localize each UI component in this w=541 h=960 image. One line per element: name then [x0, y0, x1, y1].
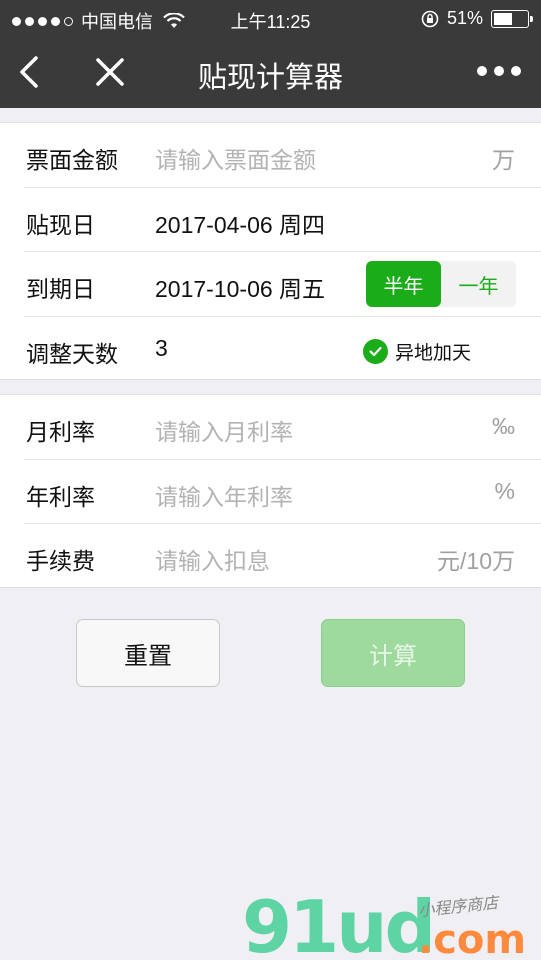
monthly-rate-unit: ‰ — [492, 413, 515, 439]
monthly-rate-row: 月利率 请输入月利率 ‰ — [0, 395, 541, 460]
amount-input[interactable]: 请输入票面金额 — [155, 141, 316, 175]
monthly-rate-label: 月利率 — [26, 419, 95, 445]
fee-label: 手续费 — [26, 548, 95, 574]
watermark-brand: 91ud — [242, 885, 436, 960]
discount-date-label: 贴现日 — [26, 211, 95, 238]
discount-date-picker[interactable]: 2017-04-06 周四 — [155, 206, 325, 240]
rotation-lock-icon — [421, 10, 439, 27]
discount-date-row: 贴现日 2017-04-06 周四 — [0, 188, 541, 253]
amount-label: 票面金额 — [26, 147, 118, 173]
amount-unit: 万 — [492, 147, 515, 173]
monthly-rate-input[interactable]: 请输入月利率 — [155, 413, 293, 447]
watermark-domain: .com — [418, 917, 527, 960]
adjust-days-value[interactable]: 3 — [155, 335, 168, 362]
annual-rate-unit: % — [494, 477, 515, 504]
annual-rate-label: 年利率 — [26, 483, 95, 510]
term-option-one-year[interactable]: 一年 — [441, 261, 516, 307]
nav-bar: 贴现计算器 — [0, 36, 541, 108]
bill-info-group: 票面金额 请输入票面金额 万 贴现日 2017-04-06 周四 到期日 201… — [0, 122, 541, 380]
term-option-half-year[interactable]: 半年 — [366, 261, 441, 307]
amount-row: 票面金额 请输入票面金额 万 — [0, 123, 541, 188]
fee-unit: 元/10万 — [437, 548, 515, 574]
calculate-button[interactable]: 计算 — [321, 619, 465, 687]
annual-rate-row: 年利率 请输入年利率 % — [0, 460, 541, 525]
term-segmented-control: 半年 一年 — [366, 261, 516, 307]
rate-info-group: 月利率 请输入月利率 ‰ 年利率 请输入年利率 % 手续费 请输入扣息 元/10… — [0, 394, 541, 588]
extra-day-checkbox[interactable]: 异地加天 — [363, 338, 471, 365]
status-right: 51% — [421, 8, 533, 29]
battery-percent: 51% — [446, 8, 483, 28]
watermark-logo: 91ud 小程序商店 .com — [240, 885, 540, 960]
fee-input[interactable]: 请输入扣息 — [155, 542, 270, 576]
due-date-label: 到期日 — [26, 276, 95, 302]
due-date-row: 到期日 2017-10-06 周五 半年 一年 — [0, 252, 541, 317]
more-options-icon[interactable] — [477, 66, 521, 76]
checkmark-icon — [363, 338, 388, 364]
fee-row: 手续费 请输入扣息 元/10万 — [0, 524, 541, 589]
status-bar: 中国电信 上午11:25 51% — [0, 0, 541, 36]
adjust-days-row: 调整天数 3 异地加天 — [0, 317, 541, 382]
annual-rate-input[interactable]: 请输入年利率 — [155, 478, 293, 512]
due-date-picker[interactable]: 2017-10-06 周五 — [155, 270, 325, 304]
reset-button[interactable]: 重置 — [76, 619, 220, 687]
page-title: 贴现计算器 — [197, 62, 343, 94]
extra-day-label: 异地加天 — [395, 342, 472, 364]
battery-icon — [491, 9, 533, 28]
adjust-days-label: 调整天数 — [26, 340, 118, 367]
